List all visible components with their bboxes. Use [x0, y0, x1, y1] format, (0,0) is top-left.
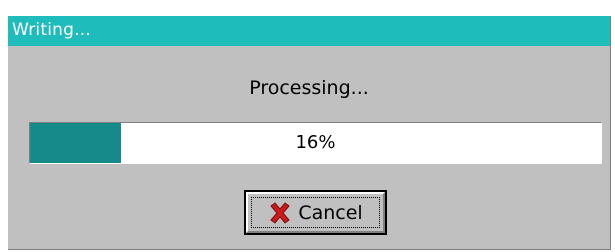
red-x-icon: [268, 201, 292, 225]
status-message: Processing...: [249, 77, 369, 99]
progress-dialog: Writing... Processing... 16% Cancel: [8, 16, 611, 250]
progress-bar: 16%: [29, 122, 602, 164]
cancel-button[interactable]: Cancel: [244, 190, 387, 235]
window-title: Writing...: [12, 20, 91, 40]
progress-percent: 16%: [295, 132, 336, 153]
top-strip: [0, 0, 615, 16]
cancel-button-content: Cancel: [246, 192, 385, 233]
title-bar[interactable]: Writing...: [8, 16, 610, 46]
cancel-label: Cancel: [298, 201, 363, 224]
